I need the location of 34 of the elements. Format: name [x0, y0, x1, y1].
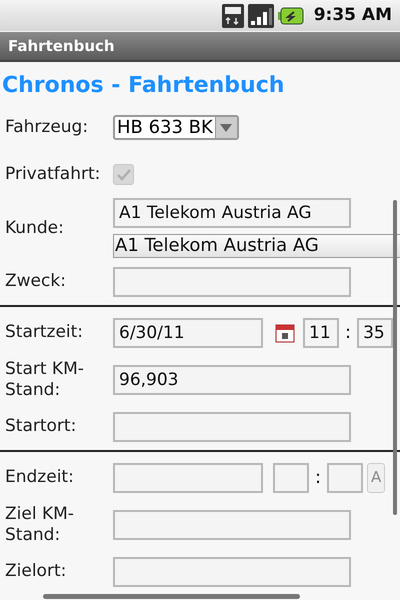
input-field[interactable] [273, 462, 309, 492]
input-field[interactable] [113, 510, 351, 540]
input-field[interactable] [113, 462, 263, 492]
field-label: Startort: [4, 416, 78, 437]
input-field[interactable]: 35 [357, 318, 394, 348]
input-field[interactable]: 11 [303, 318, 339, 348]
time-separator: : [345, 321, 352, 345]
suggestion-item[interactable]: A1 Telekom Austria AG [113, 234, 400, 258]
field-label: Startzeit: [4, 322, 84, 343]
input-field[interactable]: A1 Telekom Austria AG [113, 198, 351, 228]
input-field[interactable] [113, 556, 351, 586]
page-heading: Chronos - Fahrtenbuch [1, 72, 286, 100]
window-title: Fahrtenbuch [8, 36, 115, 57]
field-label: Fahrzeug: [4, 117, 90, 138]
clock: 9:35 AM [314, 4, 392, 27]
field-label: Ziel KM-Stand: [4, 504, 75, 546]
vehicle-dropdown[interactable]: HB 633 BK [113, 115, 239, 140]
input-field[interactable] [113, 412, 351, 442]
field-label: Kunde: [4, 218, 65, 238]
input-field[interactable]: 6/30/11 [113, 318, 263, 348]
time-separator: : [315, 466, 322, 490]
field-label: Endzeit: [4, 467, 75, 488]
field-label: Start KM-Stand: [4, 358, 85, 400]
battery-icon [278, 6, 304, 24]
signal-icon [248, 4, 274, 28]
check-icon [116, 168, 130, 180]
field-label: Zweck: [4, 271, 67, 292]
field-label: Zielort: [4, 561, 68, 582]
field-label: Privatfahrt: [4, 164, 102, 185]
input-field[interactable]: 96,903 [113, 364, 351, 394]
caret-icon [220, 124, 232, 132]
input-field[interactable] [113, 266, 351, 296]
calendar-icon [275, 322, 295, 342]
input-field[interactable] [327, 462, 364, 492]
